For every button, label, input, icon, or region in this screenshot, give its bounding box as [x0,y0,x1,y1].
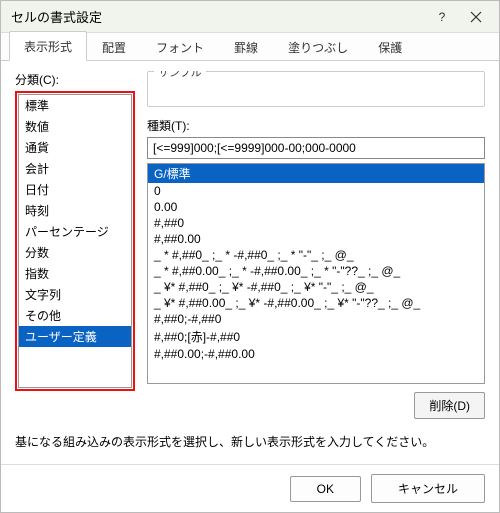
category-item[interactable]: 数値 [19,116,131,137]
tab-strip: 表示形式配置フォント罫線塗りつぶし保護 [1,33,499,61]
close-icon [470,11,482,23]
tab-5[interactable]: 保護 [363,32,417,61]
dialog-footer: OK キャンセル [1,464,499,512]
type-item[interactable]: _ * #,##0_ ;_ * -#,##0_ ;_ * "-"_ ;_ @_ [148,247,484,263]
type-item[interactable]: _ ¥* #,##0.00_ ;_ ¥* -#,##0.00_ ;_ ¥* "-… [148,295,484,311]
help-button[interactable]: ? [425,1,459,32]
category-item[interactable]: 時刻 [19,200,131,221]
category-item[interactable]: ユーザー定義 [19,326,131,347]
cancel-button[interactable]: キャンセル [371,474,485,503]
category-item[interactable]: 日付 [19,179,131,200]
type-item[interactable]: #,##0;[赤]-#,##0 [148,327,484,346]
delete-button[interactable]: 削除(D) [414,392,485,419]
type-item[interactable]: _ ¥* #,##0_ ;_ ¥* -#,##0_ ;_ ¥* "-"_ ;_ … [148,279,484,295]
type-item[interactable]: _ * #,##0.00_ ;_ * -#,##0.00_ ;_ * "-"??… [148,263,484,279]
type-panel: サンプル 種類(T): G/標準00.00#,##0#,##0.00_ * #,… [147,71,485,425]
sample-label: サンプル [154,71,206,80]
type-item[interactable]: G/標準 [148,164,484,183]
ok-button[interactable]: OK [290,476,361,502]
type-item[interactable]: #,##0.00 [148,231,484,247]
hint-text: 基になる組み込みの表示形式を選択し、新しい表示形式を入力してください。 [15,425,485,464]
type-item[interactable]: 0.00 [148,199,484,215]
category-highlight: 標準数値通貨会計日付時刻パーセンテージ分数指数文字列その他ユーザー定義 [15,91,135,391]
category-item[interactable]: その他 [19,305,131,326]
category-item[interactable]: 文字列 [19,284,131,305]
close-button[interactable] [459,1,493,32]
help-icon: ? [439,10,446,24]
title-bar: セルの書式設定 ? [1,1,499,33]
category-listbox[interactable]: 標準数値通貨会計日付時刻パーセンテージ分数指数文字列その他ユーザー定義 [18,94,132,388]
category-item[interactable]: 通貨 [19,137,131,158]
category-item[interactable]: 指数 [19,263,131,284]
type-label: 種類(T): [147,117,485,134]
dialog-body: 分類(C): 標準数値通貨会計日付時刻パーセンテージ分数指数文字列その他ユーザー… [1,61,499,464]
type-item[interactable]: #,##0;-#,##0 [148,311,484,327]
sample-box: サンプル [147,71,485,107]
tab-2[interactable]: フォント [141,32,219,61]
type-listbox[interactable]: G/標準00.00#,##0#,##0.00_ * #,##0_ ;_ * -#… [147,163,485,384]
category-item[interactable]: 分数 [19,242,131,263]
category-item[interactable]: パーセンテージ [19,221,131,242]
tab-1[interactable]: 配置 [87,32,141,61]
category-item[interactable]: 会計 [19,158,131,179]
dialog-title: セルの書式設定 [11,7,425,26]
type-item[interactable]: #,##0 [148,215,484,231]
tab-3[interactable]: 罫線 [219,32,273,61]
dialog-window: セルの書式設定 ? 表示形式配置フォント罫線塗りつぶし保護 分類(C): 標準数… [0,0,500,513]
category-panel: 分類(C): 標準数値通貨会計日付時刻パーセンテージ分数指数文字列その他ユーザー… [15,71,135,425]
category-item[interactable]: 標準 [19,95,131,116]
type-item[interactable]: #,##0.00;-#,##0.00 [148,346,484,362]
tab-4[interactable]: 塗りつぶし [273,32,363,61]
type-item[interactable]: 0 [148,183,484,199]
type-input[interactable] [147,137,485,159]
tab-0[interactable]: 表示形式 [9,31,87,61]
category-label: 分類(C): [15,71,135,88]
